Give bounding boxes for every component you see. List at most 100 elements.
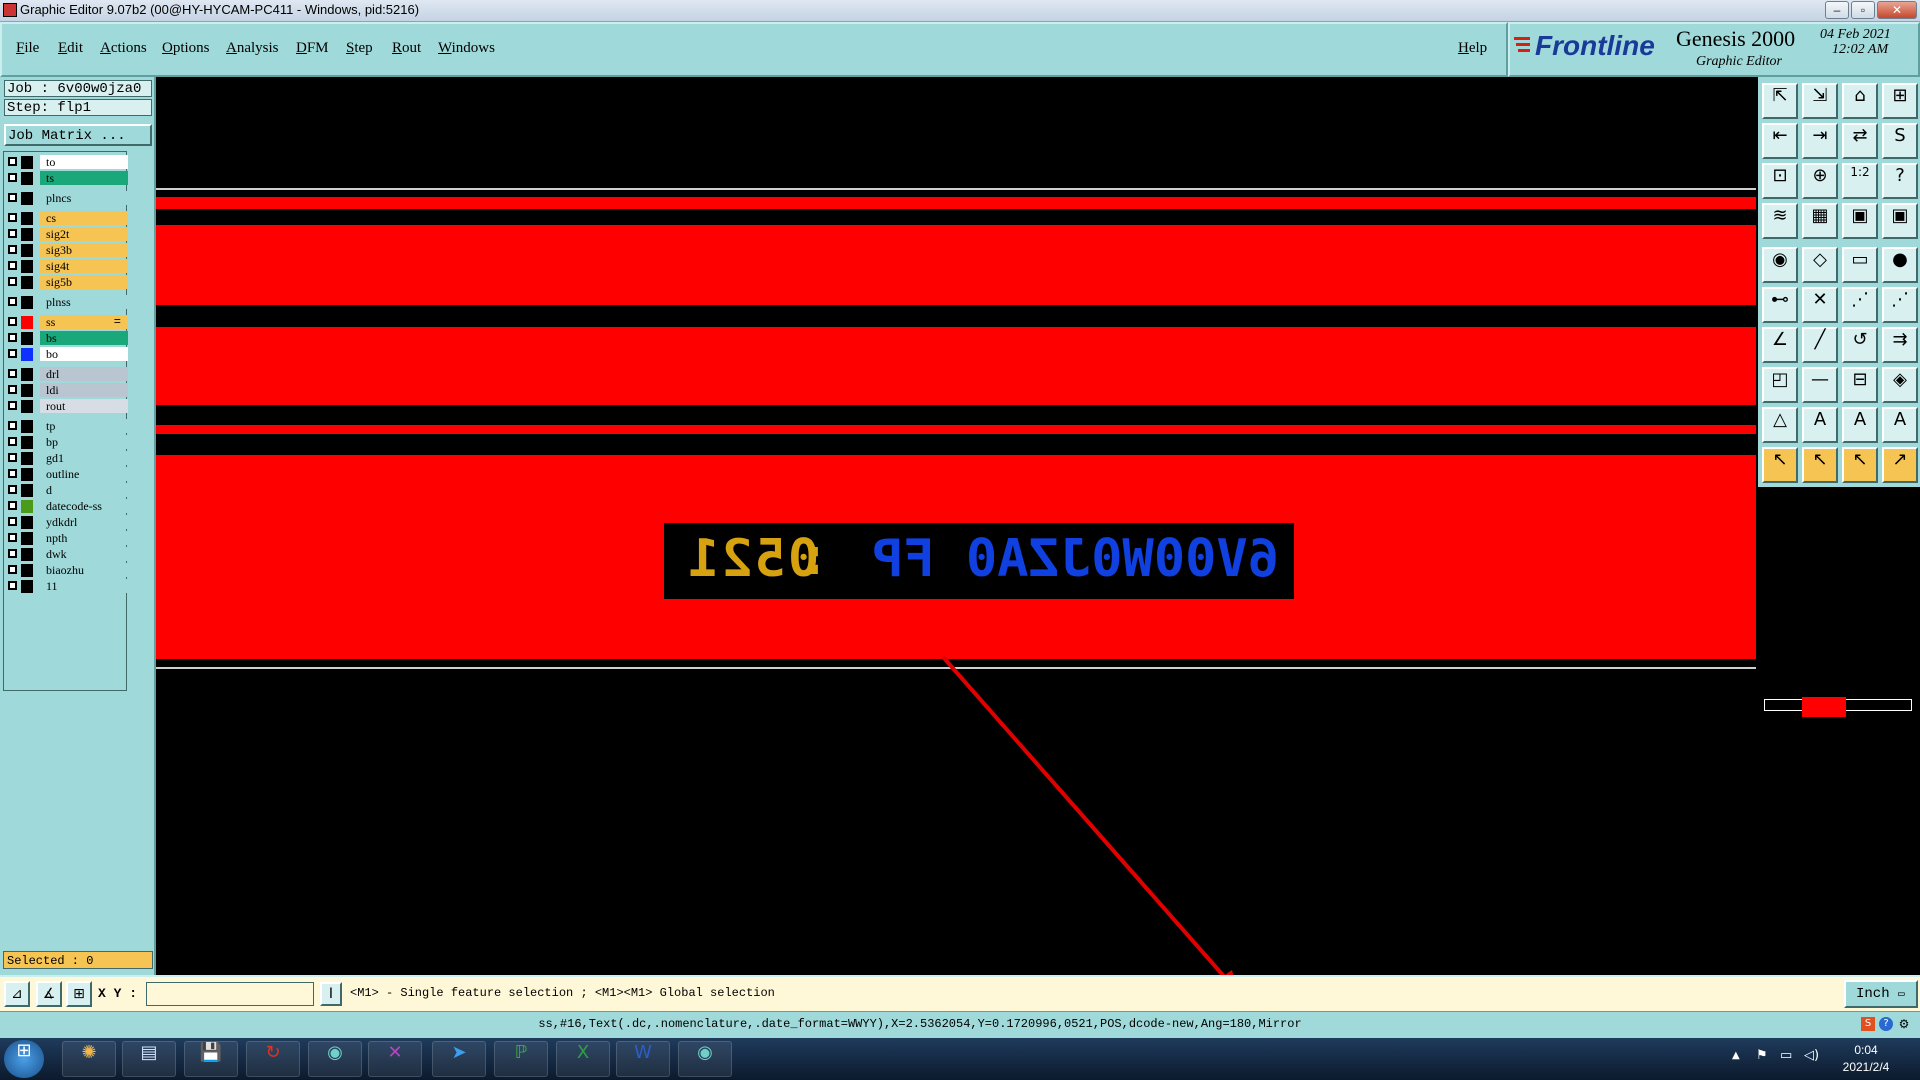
split-icon[interactable]: ⇉ (1882, 327, 1918, 363)
layer-row-outline[interactable]: outline (5, 467, 128, 482)
taskbar-word-icon[interactable]: W (616, 1041, 670, 1077)
layer-row-dwk[interactable]: dwk (5, 547, 128, 562)
menu-rout[interactable]: Rout (392, 40, 421, 57)
layer-row-biaozhu[interactable]: biaozhu (5, 563, 128, 578)
ruler-icon[interactable]: ▭ (1842, 247, 1878, 283)
tray-volume-icon[interactable]: ◁) (1804, 1048, 1819, 1063)
layer-row-sig4t[interactable]: sig4t (5, 259, 128, 274)
layer-checkbox[interactable] (8, 245, 17, 254)
layer-row-ts[interactable]: ts (5, 171, 128, 186)
text-a3-icon[interactable]: A (1882, 407, 1918, 443)
layer-row-rout[interactable]: rout (5, 399, 128, 414)
close-button[interactable]: ✕ (1877, 1, 1917, 19)
tray-flag-icon[interactable]: ⚑ (1756, 1048, 1768, 1063)
tray-up-icon[interactable]: ▲ (1732, 1050, 1740, 1061)
layer-checkbox[interactable] (8, 369, 17, 378)
xy-input[interactable] (146, 982, 314, 1006)
menu-step[interactable]: Step (346, 40, 373, 57)
layer-checkbox[interactable] (8, 565, 17, 574)
select-icon[interactable]: ↖ (1762, 447, 1798, 483)
layer-checkbox[interactable] (8, 453, 17, 462)
layer-checkbox[interactable] (8, 213, 17, 222)
arc-icon[interactable]: ↺ (1842, 327, 1878, 363)
add-pad-icon[interactable]: ◉ (1762, 247, 1798, 283)
layer-checkbox[interactable] (8, 581, 17, 590)
taskbar-shell-icon[interactable]: ✺ (62, 1041, 116, 1077)
layer-checkbox[interactable] (8, 173, 17, 182)
select-move-icon[interactable]: ↗ (1882, 447, 1918, 483)
layer-checkbox[interactable] (8, 333, 17, 342)
menu-file[interactable]: File (16, 40, 39, 57)
layer-row-bs[interactable]: bs (5, 331, 128, 346)
measure-icon[interactable]: ⊟ (1842, 367, 1878, 403)
left-arrow-icon[interactable]: ⇤ (1762, 123, 1798, 159)
hatch-icon[interactable]: ≋ (1762, 203, 1798, 239)
text-a2-icon[interactable]: A (1842, 407, 1878, 443)
layer-row-plncs[interactable]: plncs (5, 191, 128, 206)
layer-row-datecode-ss[interactable]: datecode-ss (5, 499, 128, 514)
layer-b-icon[interactable]: ▣ (1882, 203, 1918, 239)
select-touch-icon[interactable]: ↖ (1842, 447, 1878, 483)
edit-shape-icon[interactable]: ◇ (1802, 247, 1838, 283)
units-button[interactable]: Inch ▭ (1844, 980, 1918, 1008)
layer-checkbox[interactable] (8, 349, 17, 358)
layer-checkbox[interactable] (8, 157, 17, 166)
select-box-icon[interactable]: ↖ (1802, 447, 1838, 483)
layer-checkbox[interactable] (8, 193, 17, 202)
minimize-button[interactable]: – (1825, 1, 1849, 19)
taskbar-eye2-icon[interactable]: ◉ (678, 1041, 732, 1077)
s-icon[interactable]: S (1882, 123, 1918, 159)
dash-icon[interactable]: — (1802, 367, 1838, 403)
menu-options[interactable]: Options (162, 40, 210, 57)
layer-checkbox[interactable] (8, 297, 17, 306)
angle-snap-icon[interactable]: ∡ (36, 981, 62, 1007)
layer-row-gd1[interactable]: gd1 (5, 451, 128, 466)
layer-row-cs[interactable]: cs (5, 211, 128, 226)
tray-help-icon[interactable]: ? (1879, 1017, 1893, 1031)
overview-window[interactable] (1758, 487, 1920, 1009)
fit-all-icon[interactable]: ⊕ (1802, 163, 1838, 199)
taskbar-save-icon[interactable]: 💾 (184, 1041, 238, 1077)
layer-checkbox[interactable] (8, 517, 17, 526)
layer-row-ldi[interactable]: ldi (5, 383, 128, 398)
taskbar-genesis-icon[interactable]: ↻ (246, 1041, 300, 1077)
taskbar-bird-icon[interactable]: ➤ (432, 1041, 486, 1077)
tray-s-icon[interactable]: S (1861, 1017, 1875, 1031)
taskbar-eye-icon[interactable]: ◉ (308, 1041, 362, 1077)
grid-snap-icon[interactable]: ⊞ (66, 981, 92, 1007)
node-icon[interactable]: ⊷ (1762, 287, 1798, 323)
taskbar-p-icon[interactable]: ℙ (494, 1041, 548, 1077)
layer-checkbox[interactable] (8, 469, 17, 478)
triangle-icon[interactable]: △ (1762, 407, 1798, 443)
swap-icon[interactable]: ⇄ (1842, 123, 1878, 159)
taskbar-excel-icon[interactable]: X (556, 1041, 610, 1077)
menu-dfm[interactable]: DFM (296, 40, 329, 57)
pad-square-icon[interactable]: ◰ (1762, 367, 1798, 403)
layer-checkbox[interactable] (8, 437, 17, 446)
window-icon[interactable]: ⊞ (1882, 83, 1918, 119)
layer-checkbox[interactable] (8, 533, 17, 542)
tray-settings-icon[interactable]: ⚙ (1897, 1017, 1911, 1031)
taskbar-x-icon[interactable]: ✕ (368, 1041, 422, 1077)
tray-network-icon[interactable]: ▭ (1780, 1048, 1792, 1063)
text-a-icon[interactable]: A (1802, 407, 1838, 443)
layer-row-ss[interactable]: ss = (5, 315, 128, 330)
text-cursor-icon[interactable]: I (320, 982, 342, 1006)
snap-icon[interactable]: ⊿ (4, 981, 30, 1007)
layer-row-tp[interactable]: tp (5, 419, 128, 434)
shape-icon[interactable]: ◈ (1882, 367, 1918, 403)
layer-checkbox[interactable] (8, 317, 17, 326)
right-arrow-icon[interactable]: ⇥ (1802, 123, 1838, 159)
job-matrix-button[interactable]: Job Matrix ... (4, 124, 152, 146)
menu-edit[interactable]: Edit (58, 40, 83, 57)
layer-checkbox[interactable] (8, 277, 17, 286)
layer-checkbox[interactable] (8, 421, 17, 430)
layer-a-icon[interactable]: ▣ (1842, 203, 1878, 239)
home-icon[interactable]: ⌂ (1842, 83, 1878, 119)
home-up-icon[interactable]: ⇱ (1762, 83, 1798, 119)
layer-row-d[interactable]: d (5, 483, 128, 498)
diag-node-icon[interactable]: ⋰ (1842, 287, 1878, 323)
layer-checkbox[interactable] (8, 261, 17, 270)
fit-icon[interactable]: ⊡ (1762, 163, 1798, 199)
menu-analysis[interactable]: Analysis (226, 40, 279, 57)
